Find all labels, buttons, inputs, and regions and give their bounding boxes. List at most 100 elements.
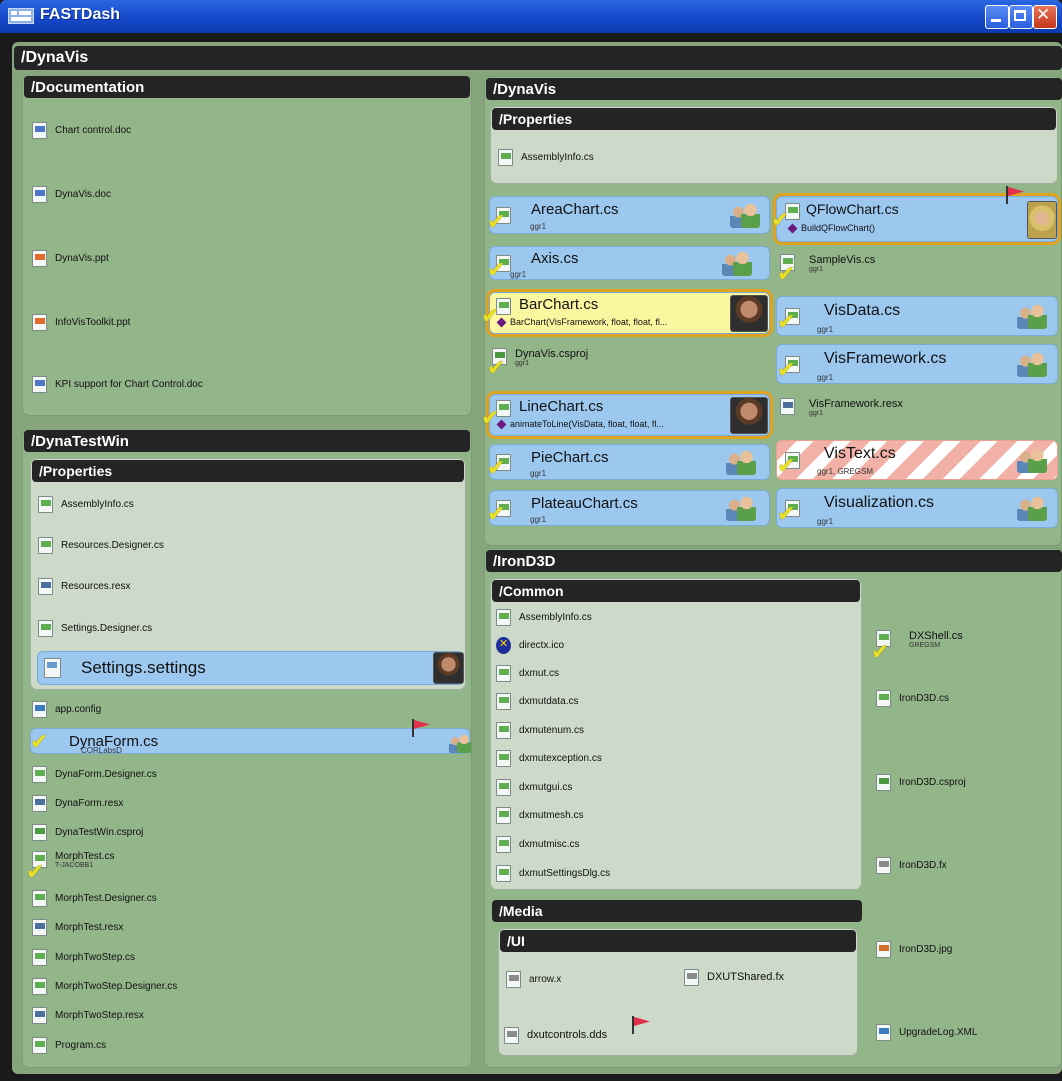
list-item[interactable]: Resources.resx	[38, 575, 130, 597]
list-item[interactable]: IronD3D.csproj	[876, 771, 966, 793]
list-item[interactable]: directx.ico	[496, 634, 564, 656]
avatar	[433, 652, 464, 684]
checkout-check-icon: ✔	[777, 358, 796, 383]
checkout-check-icon: ✔	[487, 210, 506, 235]
list-item[interactable]: dxmutenum.cs	[496, 719, 584, 741]
checkout-check-icon: ✔	[30, 730, 49, 755]
ui-header[interactable]: /UI	[500, 930, 856, 952]
list-item[interactable]: Chart control.doc	[32, 119, 131, 141]
csharp-file-icon	[38, 536, 53, 554]
users-icon	[448, 734, 472, 755]
users-icon	[726, 449, 756, 477]
list-item[interactable]: DynaForm.resx	[32, 792, 123, 814]
flag-icon[interactable]	[412, 719, 434, 737]
list-item[interactable]: DynaVis.ppt	[32, 247, 109, 269]
list-item[interactable]: Resources.Designer.cs	[38, 534, 164, 556]
file-tile[interactable]: VisFramework.cs ggr1	[776, 344, 1058, 384]
checkout-check-icon: ✔	[487, 356, 506, 381]
flag-icon[interactable]	[632, 1016, 654, 1034]
csharp-file-icon	[32, 977, 47, 995]
csharp-file-icon	[496, 608, 511, 626]
fx-file-icon	[684, 968, 699, 986]
documentation-header[interactable]: /Documentation	[24, 76, 470, 98]
file-tile-active[interactable]: BarChart.cs BarChart(VisFramework, float…	[489, 292, 770, 334]
list-item[interactable]: Settings.Designer.cs	[38, 617, 152, 639]
list-item[interactable]: MorphTest.resx	[32, 916, 123, 938]
dynavis-properties-header[interactable]: /Properties	[492, 108, 1056, 130]
resource-file-icon	[32, 1006, 47, 1024]
users-icon	[726, 495, 756, 523]
list-item[interactable]: AssemblyInfo.cs	[498, 146, 594, 168]
checkout-check-icon: ✔	[777, 310, 796, 335]
avatar	[730, 397, 768, 434]
list-item[interactable]: dxmutmisc.cs	[496, 833, 580, 855]
checkout-check-icon: ✔	[777, 502, 796, 527]
file-tile-active[interactable]: QFlowChart.cs BuildQFlowChart()	[776, 196, 1058, 242]
dynatestwin-header[interactable]: /DynaTestWin	[24, 430, 470, 452]
list-item[interactable]: MorphTest.Designer.cs	[32, 887, 157, 909]
maximize-icon[interactable]	[1009, 5, 1033, 29]
list-item[interactable]: VisFramework.resx ggr1	[780, 398, 903, 430]
media-header[interactable]: /Media	[492, 900, 862, 922]
file-tile[interactable]: Axis.cs ggr1	[489, 246, 770, 280]
list-item[interactable]: UpgradeLog.XML	[876, 1021, 977, 1043]
resource-file-icon	[32, 794, 47, 812]
list-item[interactable]: Program.cs	[32, 1034, 106, 1056]
file-tile-conflict[interactable]: VisText.cs ggr1, GREGSM	[776, 440, 1058, 480]
file-tile-active[interactable]: LineChart.cs animateToLine(VisData, floa…	[489, 394, 770, 436]
file-tile[interactable]: VisData.cs ggr1	[776, 296, 1058, 336]
csharp-file-icon	[32, 948, 47, 966]
list-item[interactable]: dxmutdata.cs	[496, 690, 578, 712]
list-item[interactable]: IronD3D.fx	[876, 854, 947, 876]
list-item[interactable]: MorphTwoStep.resx	[32, 1004, 144, 1026]
file-tile[interactable]: AreaChart.cs ggr1	[489, 196, 770, 234]
list-item[interactable]: dxmutexception.cs	[496, 747, 602, 769]
csharp-file-icon	[496, 864, 511, 882]
list-item[interactable]: AssemblyInfo.cs	[496, 606, 592, 628]
flag-icon[interactable]	[1006, 186, 1028, 204]
list-item[interactable]: DynaForm.Designer.cs	[32, 763, 157, 785]
directx-icon	[496, 636, 511, 654]
common-header[interactable]: /Common	[492, 580, 860, 602]
list-item[interactable]: DynaTestWin.csproj	[32, 821, 143, 843]
checkout-check-icon: ✔	[26, 860, 45, 885]
list-item[interactable]: dxutcontrols.dds	[504, 1024, 607, 1046]
powerpoint-icon	[32, 249, 47, 267]
list-item[interactable]: IronD3D.jpg	[876, 938, 952, 960]
minimize-icon[interactable]	[985, 5, 1009, 29]
list-item[interactable]: dxmutmesh.cs	[496, 804, 583, 826]
list-item[interactable]: DynaVis.doc	[32, 183, 111, 205]
list-item[interactable]: KPI support for Chart Control.doc	[32, 373, 203, 395]
word-doc-icon	[32, 121, 47, 139]
settings-settings-tile[interactable]: Settings.settings	[37, 651, 464, 685]
dynatestwin-properties-header[interactable]: /Properties	[32, 460, 464, 482]
dynaform-tile[interactable]: DynaForm.cs CORLabsD	[30, 728, 472, 755]
file-tile[interactable]: PlateauChart.cs ggr1	[489, 490, 770, 526]
users-icon	[1017, 303, 1047, 331]
csharp-file-icon	[32, 1036, 47, 1054]
list-item[interactable]: DynaVis.csproj ggr1	[492, 348, 588, 380]
file-tile[interactable]: PieChart.cs ggr1	[489, 444, 770, 480]
list-item[interactable]: DXUTShared.fx	[684, 966, 784, 988]
list-item[interactable]: AssemblyInfo.cs	[38, 493, 134, 515]
list-item[interactable]: arrow.x	[506, 968, 561, 990]
dynavis-header[interactable]: /DynaVis	[486, 78, 1062, 100]
list-item[interactable]: dxmutgui.cs	[496, 776, 572, 798]
csharp-file-icon	[38, 619, 53, 637]
list-item[interactable]: IronD3D.cs	[876, 687, 949, 709]
fx-file-icon	[876, 856, 891, 874]
irond3d-header[interactable]: /IronD3D	[486, 550, 1062, 572]
file-tile[interactable]: Visualization.cs ggr1	[776, 488, 1058, 528]
csharp-file-icon	[496, 778, 511, 796]
root-header[interactable]: /DynaVis	[14, 46, 1062, 70]
close-icon[interactable]: ✕	[1033, 5, 1057, 29]
list-item[interactable]: dxmutSettingsDlg.cs	[496, 862, 610, 884]
project-file-icon	[32, 823, 47, 841]
checkout-check-icon: ✔	[481, 406, 500, 431]
list-item[interactable]: MorphTwoStep.Designer.cs	[32, 975, 177, 997]
list-item[interactable]: app.config	[32, 698, 101, 720]
list-item[interactable]: dxmut.cs	[496, 662, 559, 684]
list-item[interactable]: MorphTwoStep.cs	[32, 946, 135, 968]
list-item[interactable]: InfoVisToolkit.ppt	[32, 311, 130, 333]
checkout-check-icon: ✔	[481, 304, 500, 329]
